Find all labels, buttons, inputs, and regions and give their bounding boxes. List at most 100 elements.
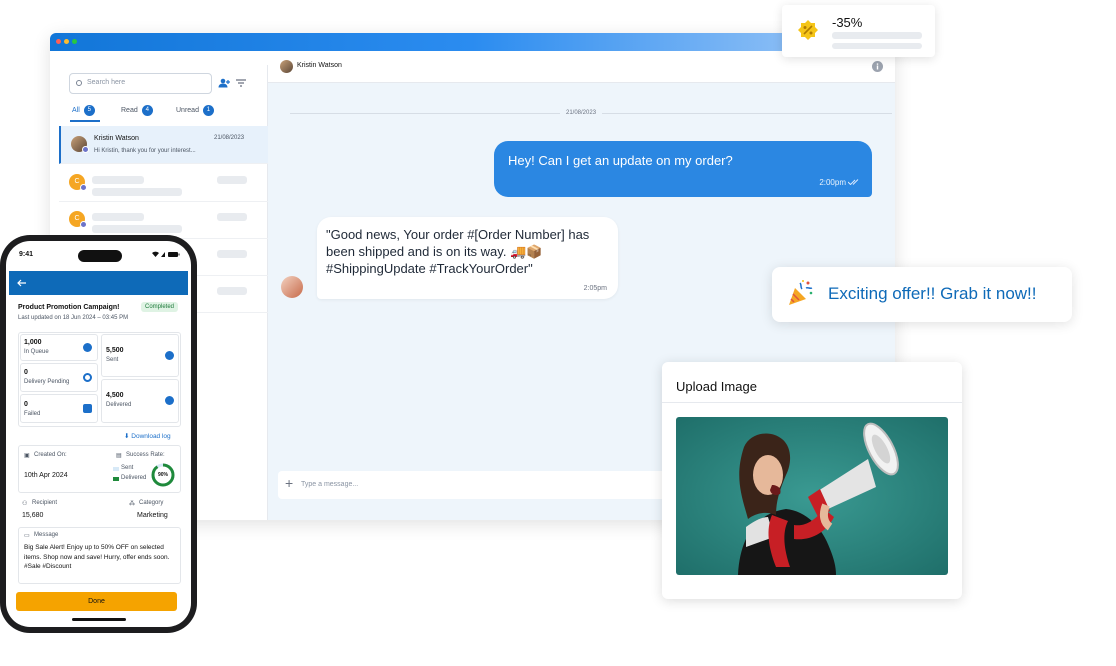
stat-delivered: 4,500 Delivered xyxy=(101,379,179,423)
recipient-label: Recipient xyxy=(32,500,58,506)
contact-name: Kristin Watson xyxy=(94,135,139,142)
tab-all[interactable]: All 5 xyxy=(72,105,95,116)
created-on-value: 10th Apr 2024 xyxy=(24,472,68,479)
recipient-value: 15,680 xyxy=(22,512,44,519)
status-badge: Completed xyxy=(141,302,179,312)
offer-card[interactable]: Exciting offer!! Grab it now!! xyxy=(772,267,1072,322)
back-arrow-icon[interactable] xyxy=(17,279,26,287)
stat-label: Sent xyxy=(106,357,119,363)
loading-placeholder xyxy=(832,32,922,39)
info-icon[interactable] xyxy=(872,61,883,72)
people-icon: ⚇ xyxy=(22,501,28,507)
legend-sent: Sent xyxy=(121,465,134,471)
outgoing-message: Hey! Can I get an update on my order? 2:… xyxy=(494,141,872,197)
filter-icon[interactable] xyxy=(236,79,246,87)
double-check-icon xyxy=(848,179,859,185)
phone-screen: 9:41 Product Promotion Campaign! Complet… xyxy=(6,241,191,627)
check-circle-icon xyxy=(165,351,174,360)
signal-battery-icon xyxy=(152,251,180,257)
stat-value: 1,000 xyxy=(24,339,42,346)
close-window-dot[interactable] xyxy=(56,39,61,44)
stat-label: Delivery Pending xyxy=(24,379,70,385)
legend-delivered-swatch xyxy=(113,477,119,481)
conversation-item[interactable]: C xyxy=(59,201,268,239)
message-preview: Hi Kristin, thank you for your interest.… xyxy=(94,148,196,154)
chart-icon: ▤ xyxy=(116,453,122,459)
add-attachment-icon[interactable]: + xyxy=(285,476,293,490)
done-button[interactable]: Done xyxy=(16,592,177,611)
tab-unread-count: 1 xyxy=(202,105,214,116)
discount-card: -35% xyxy=(782,5,935,57)
date-divider: 21/08/2023 xyxy=(563,110,600,116)
message-time: 2:05pm xyxy=(583,285,607,292)
tab-all-label: All xyxy=(72,107,80,114)
message-panel: ▭ Message Big Sale Alert! Enjoy up to 50… xyxy=(18,527,181,584)
incoming-message-text: "Good news, Your order #[Order Number] h… xyxy=(326,227,590,276)
success-rate-label: Success Rate: xyxy=(126,452,165,458)
megaphone-photo[interactable] xyxy=(676,417,948,575)
stat-failed: 0 Failed xyxy=(20,394,98,423)
date-divider-line xyxy=(602,113,892,114)
upload-image-card: Upload Image xyxy=(662,362,962,599)
phone-mockup: 9:41 Product Promotion Campaign! Complet… xyxy=(0,235,197,633)
legend-sent-swatch xyxy=(113,467,119,471)
divider xyxy=(662,402,962,403)
status-time: 9:41 xyxy=(19,251,34,258)
search-input[interactable]: Search here xyxy=(69,73,212,94)
stat-label: Failed xyxy=(24,411,41,417)
avatar xyxy=(281,276,303,298)
search-icon xyxy=(76,80,82,86)
loading-placeholder xyxy=(217,287,247,295)
message-input[interactable]: + Type a message... xyxy=(278,471,678,499)
message-time: 2:00pm xyxy=(819,178,846,187)
stat-value: 0 xyxy=(24,401,28,408)
conversation-tabs: All 5 Read 4 Unread 1 xyxy=(70,105,252,123)
dynamic-island xyxy=(78,250,122,262)
loading-placeholder xyxy=(92,188,182,196)
loading-placeholder xyxy=(92,225,182,233)
loading-placeholder xyxy=(92,176,144,184)
message-placeholder: Type a message... xyxy=(301,481,359,488)
clock-icon xyxy=(83,343,92,352)
stat-value: 0 xyxy=(24,369,28,376)
window-titlebar xyxy=(50,33,895,51)
minimize-window-dot[interactable] xyxy=(64,39,69,44)
conversation-item[interactable]: C xyxy=(59,164,268,202)
maximize-window-dot[interactable] xyxy=(72,39,77,44)
check-circle-icon xyxy=(165,396,174,405)
channel-badge-icon xyxy=(80,184,87,191)
tab-unread[interactable]: Unread 1 xyxy=(176,105,214,116)
avatar xyxy=(280,60,293,73)
tab-read[interactable]: Read 4 xyxy=(121,105,153,116)
date-divider-line xyxy=(290,113,560,114)
legend-delivered: Delivered xyxy=(121,475,147,481)
tab-all-count: 5 xyxy=(83,105,95,116)
search-placeholder: Search here xyxy=(87,79,126,86)
loading-placeholder xyxy=(92,213,144,221)
category-label: Category xyxy=(139,500,164,506)
last-updated: Last updated on 18 Jun 2024 – 03:45 PM xyxy=(18,315,129,321)
add-contact-icon[interactable] xyxy=(217,78,231,88)
conversation-item-kristin[interactable]: Kristin Watson Hi Kristin, thank you for… xyxy=(59,126,268,164)
stat-label: Delivered xyxy=(106,402,132,408)
tab-read-count: 4 xyxy=(141,105,153,116)
message-label: Message xyxy=(34,532,59,538)
stat-value: 4,500 xyxy=(106,392,124,399)
home-indicator xyxy=(72,618,126,621)
stat-label: In Queue xyxy=(24,349,49,355)
message-body: Big Sale Alert! Enjoy up to 50% OFF on s… xyxy=(24,544,170,570)
created-on-label: Created On: xyxy=(34,452,67,458)
loading-placeholder xyxy=(217,250,247,258)
conversation-date: 21/08/2023 xyxy=(214,135,245,141)
category-icon: ⁂ xyxy=(129,501,135,507)
channel-badge-icon xyxy=(80,221,87,228)
offer-text: Exciting offer!! Grab it now!! xyxy=(828,284,1037,303)
stat-in-queue: 1,000 In Queue xyxy=(20,334,98,361)
pending-icon xyxy=(83,373,92,382)
percent-badge-icon xyxy=(798,20,818,40)
channel-badge-icon xyxy=(82,146,89,153)
message-icon xyxy=(83,404,92,413)
discount-value: -35% xyxy=(832,15,863,30)
chat-contact-name: Kristin Watson xyxy=(297,62,342,69)
download-log-link[interactable]: ⬇ Download log xyxy=(124,432,171,440)
